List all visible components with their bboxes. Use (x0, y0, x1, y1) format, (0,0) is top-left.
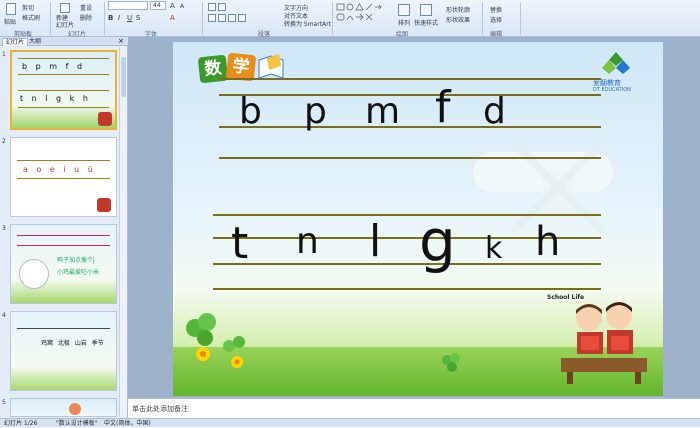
numbering-icon[interactable] (218, 3, 226, 11)
replace-button[interactable]: 替换 (490, 5, 502, 14)
book-icon (258, 54, 284, 79)
main-slide[interactable]: 数 学 爱翻教育 DT EDUCATION b p m f d t n l g … (173, 42, 663, 396)
scroll-thumb[interactable] (121, 57, 126, 97)
guide-line (219, 157, 601, 159)
slide-number: 2 (2, 138, 6, 145)
slide-number: 3 (2, 225, 6, 232)
underline-icon[interactable]: U (127, 14, 132, 22)
letter-h: h (535, 219, 561, 265)
strikethrough-icon[interactable]: S (136, 14, 140, 22)
panel-scrollbar[interactable] (119, 47, 127, 417)
font-size-box[interactable]: 44 (150, 1, 166, 10)
letter-f: f (435, 82, 451, 133)
format-painter-button[interactable]: 格式刷 (22, 13, 40, 22)
notes-pane[interactable]: 单击此处添加备注 (128, 398, 700, 418)
letter-m: m (365, 91, 401, 132)
quick-styles-button[interactable]: 快速样式 (414, 18, 438, 27)
cut-button[interactable]: 剪切 (22, 3, 34, 12)
shape-outline-button[interactable]: 形状轮廓 (446, 5, 470, 14)
arrange-icon[interactable] (398, 4, 410, 16)
new-slide-button[interactable]: 新建 幻灯片 (56, 15, 76, 29)
letter-l: l (369, 216, 382, 267)
slide-number: 5 (2, 399, 6, 406)
thumb-row2: t n l g k h (20, 94, 91, 103)
close-icon[interactable]: × (118, 37, 124, 46)
letter-b: b (239, 91, 262, 132)
ribbon: 粘贴 剪切 格式刷 新建 幻灯片 重设 删除 44 B I U S A A A … (0, 0, 700, 38)
children-figure (97, 198, 111, 212)
letter-p: p (304, 91, 327, 132)
slide-number: 4 (2, 312, 6, 319)
slide-thumbnail-5[interactable] (10, 398, 117, 417)
letter-n: n (296, 221, 319, 262)
slide-thumbnail-1[interactable]: b p m f d t n l g k h (10, 50, 117, 130)
reset-button[interactable]: 重设 (80, 3, 92, 12)
clover-small (442, 353, 460, 372)
thumb-words: 鸡窝 北极 山岩 季节 (41, 340, 104, 347)
font-grow-icon[interactable]: A (170, 2, 175, 10)
thumb-text1: 鸭子加点像个j (57, 257, 95, 264)
guide-line (219, 94, 601, 96)
font-color-icon[interactable]: A (170, 14, 175, 22)
align-left-icon[interactable] (208, 14, 216, 22)
panel-tabs: 幻灯片 大纲 × (0, 37, 128, 46)
select-button[interactable]: 选择 (490, 15, 502, 24)
slide-thumbnail-4[interactable]: 鸡窝 北极 山岩 季节 (10, 311, 117, 391)
new-slide-icon[interactable] (60, 3, 70, 13)
italic-icon[interactable]: I (118, 14, 120, 22)
children-figure (98, 112, 112, 126)
thumb-text2: 小鸡最爱吃小米 (57, 269, 100, 276)
letter-t: t (231, 218, 249, 269)
slide-panel: 幻灯片 大纲 × 1 b p m f d t n l g k h 2 a o e… (0, 37, 128, 418)
font-name-box[interactable] (108, 1, 148, 10)
cartoon-image (69, 403, 81, 415)
shape-effects-button[interactable]: 形状效果 (446, 15, 470, 24)
slide-thumbnail-3[interactable]: 鸭子加点像个j 小鸡最爱吃小米 (10, 224, 117, 304)
quick-styles-icon[interactable] (420, 4, 432, 16)
logo-icon (602, 52, 630, 74)
font-shrink-icon[interactable]: A (180, 3, 184, 10)
thumb-row1: a o e i u ü (23, 165, 96, 174)
children-reading-image (561, 302, 647, 384)
letter-k: k (485, 231, 503, 266)
align-right-icon[interactable] (228, 14, 236, 22)
guide-line (213, 288, 601, 290)
slide-number: 1 (2, 51, 6, 58)
paste-icon[interactable] (6, 3, 16, 15)
tab-outline[interactable]: 大纲 (26, 38, 44, 46)
bold-icon[interactable]: B (108, 14, 113, 22)
shapes-gallery-icon[interactable] (336, 3, 388, 25)
status-bar: 幻灯片 1/26 "数认设计模板" 中文(简体，中国) (0, 418, 700, 427)
rooster-image (19, 259, 49, 289)
letter-d: d (483, 91, 506, 132)
bullets-icon[interactable] (208, 3, 216, 11)
notes-placeholder[interactable]: 单击此处添加备注 (132, 404, 188, 414)
arrange-button[interactable]: 排列 (398, 18, 410, 27)
justify-icon[interactable] (238, 14, 246, 22)
brand-en: DT EDUCATION (593, 87, 631, 93)
smartart-button[interactable]: 转换为 SmartArt (284, 19, 331, 28)
guide-line (213, 214, 601, 216)
paste-button[interactable]: 粘贴 (4, 17, 16, 26)
slide-thumbnail-2[interactable]: a o e i u ü (10, 137, 117, 217)
guide-line (219, 78, 601, 80)
guide-line (219, 126, 601, 128)
thumb-row1: b p m f d (22, 62, 86, 71)
letter-g: g (419, 207, 456, 275)
slide-editor: 数 学 爱翻教育 DT EDUCATION b p m f d t n l g … (128, 37, 700, 398)
tab-slides[interactable]: 幻灯片 (2, 38, 29, 46)
align-center-icon[interactable] (218, 14, 226, 22)
delete-button[interactable]: 删除 (80, 13, 92, 22)
clover-flowers (186, 313, 245, 368)
